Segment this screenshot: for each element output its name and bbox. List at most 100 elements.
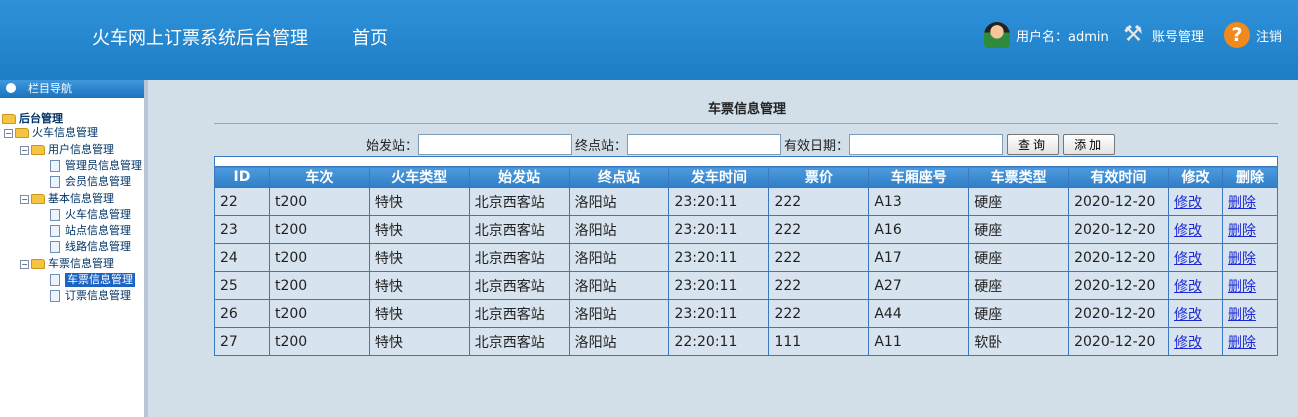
- delete-link-cell: 删除: [1221, 187, 1279, 216]
- col-header-delete: 删除: [1221, 166, 1279, 188]
- table-row: 24 t200 特快 北京西客站 洛阳站 23:20:11 222 A17 硬座 2020-12-…: [214, 243, 1279, 272]
- delete-link[interactable]: 删除: [1228, 279, 1256, 295]
- table-row: 22 t200 特快 北京西客站 洛阳站 23:20:11 222 A13 硬座 2020-12-…: [214, 187, 1279, 216]
- cell-ticket-type: 硬座: [968, 243, 1070, 272]
- collapse-toggle-icon[interactable]: −: [20, 145, 29, 155]
- cell-seat: A17: [868, 243, 970, 272]
- tree-item-station-info[interactable]: 站点信息管理: [50, 224, 131, 238]
- edit-link[interactable]: 修改: [1174, 251, 1202, 267]
- cell-valid-date: 2020-12-20: [1068, 243, 1170, 272]
- tree-node-train-info[interactable]: − 火车信息管理: [4, 126, 98, 140]
- delete-link[interactable]: 删除: [1228, 251, 1256, 267]
- edit-link[interactable]: 修改: [1174, 279, 1202, 295]
- edit-link[interactable]: 修改: [1174, 307, 1202, 323]
- delete-link[interactable]: 删除: [1228, 307, 1256, 323]
- collapse-toggle-icon[interactable]: −: [20, 259, 29, 269]
- collapse-toggle-icon[interactable]: −: [20, 194, 29, 204]
- col-header-edit: 修改: [1168, 166, 1223, 188]
- cell-seat: A16: [868, 215, 970, 244]
- collapse-toggle-icon[interactable]: −: [4, 128, 13, 138]
- delete-link-cell: 删除: [1221, 299, 1279, 328]
- cell-seat: A13: [868, 187, 970, 216]
- delete-link[interactable]: 删除: [1228, 223, 1256, 239]
- cell-train-type: 特快: [368, 271, 470, 300]
- tools-icon: ⚒: [1123, 22, 1143, 47]
- home-link[interactable]: 首页: [352, 24, 388, 50]
- cell-ticket-type: 硬座: [968, 299, 1070, 328]
- to-station-label: 终点站：: [575, 139, 628, 154]
- cell-ticket-type: 硬座: [968, 271, 1070, 300]
- cell-from: 北京西客站: [468, 271, 570, 300]
- cell-price: 222: [768, 187, 870, 216]
- cell-depart-time: 22:20:11: [668, 327, 770, 356]
- cell-train: t200: [268, 327, 370, 356]
- delete-link[interactable]: 删除: [1228, 335, 1256, 351]
- tree-root[interactable]: 后台管理: [2, 112, 63, 126]
- cell-train-type: 特快: [368, 243, 470, 272]
- edit-link[interactable]: 修改: [1174, 223, 1202, 239]
- cell-price: 111: [768, 327, 870, 356]
- cell-id: 23: [214, 215, 270, 244]
- cell-train-type: 特快: [368, 187, 470, 216]
- cell-valid-date: 2020-12-20: [1068, 299, 1170, 328]
- edit-link-cell: 修改: [1168, 243, 1223, 272]
- folder-icon: [31, 194, 45, 204]
- col-header-valid-date: 有效时间: [1068, 166, 1170, 188]
- add-button[interactable]: 添加: [1063, 134, 1116, 155]
- cell-depart-time: 23:20:11: [668, 187, 770, 216]
- cell-depart-time: 23:20:11: [668, 299, 770, 328]
- tree-node-ticket-group[interactable]: − 车票信息管理: [20, 257, 114, 271]
- delete-link[interactable]: 删除: [1228, 195, 1256, 211]
- tree-item-train-basic[interactable]: 火车信息管理: [50, 208, 131, 222]
- title-divider: [214, 123, 1278, 124]
- cell-train: t200: [268, 243, 370, 272]
- tree-item-route-info[interactable]: 线路信息管理: [50, 240, 131, 254]
- account-management-link[interactable]: ⚒ 账号管理: [1120, 22, 1204, 48]
- help-icon: ?: [1224, 22, 1250, 48]
- tree-node-basic-info[interactable]: − 基本信息管理: [20, 192, 114, 206]
- edit-link[interactable]: 修改: [1174, 195, 1202, 211]
- valid-date-input[interactable]: [849, 134, 1004, 155]
- cell-from: 北京西客站: [468, 215, 570, 244]
- tree-item-ticket-info[interactable]: 车票信息管理: [50, 273, 135, 287]
- ticket-table: ID 车次 火车类型 始发站 终点站 发车时间 票价 车厢座号 车票类型 有效时…: [214, 166, 1279, 356]
- sidebar-header: 栏目导航: [0, 80, 144, 98]
- logout-link[interactable]: ? 注销: [1224, 22, 1282, 48]
- search-bar: 始发站： 终点站： 有效日期： 查询 添加: [366, 134, 1116, 155]
- cell-to: 洛阳站: [568, 215, 670, 244]
- table-row: 25 t200 特快 北京西客站 洛阳站 23:20:11 222 A27 硬座 2020-12-…: [214, 271, 1279, 300]
- cell-id: 25: [214, 271, 270, 300]
- to-station-input[interactable]: [627, 134, 782, 155]
- folder-icon: [2, 114, 16, 124]
- cell-from: 北京西客站: [468, 243, 570, 272]
- delete-link-cell: 删除: [1221, 243, 1279, 272]
- query-button[interactable]: 查询: [1007, 134, 1060, 155]
- page-icon: [50, 274, 60, 286]
- cell-id: 22: [214, 187, 270, 216]
- from-station-input[interactable]: [418, 134, 573, 155]
- edit-link-cell: 修改: [1168, 327, 1223, 356]
- table-body: 22 t200 特快 北京西客站 洛阳站 23:20:11 222 A13 硬座 2020-12-…: [214, 187, 1279, 356]
- cell-train: t200: [268, 187, 370, 216]
- current-user: 用户名：admin: [984, 22, 1109, 48]
- cell-from: 北京西客站: [468, 187, 570, 216]
- tree-item-order-info[interactable]: 订票信息管理: [50, 289, 131, 303]
- folder-icon: [15, 128, 29, 138]
- edit-link-cell: 修改: [1168, 299, 1223, 328]
- cell-seat: A44: [868, 299, 970, 328]
- cell-to: 洛阳站: [568, 243, 670, 272]
- edit-link[interactable]: 修改: [1174, 335, 1202, 351]
- cell-depart-time: 23:20:11: [668, 271, 770, 300]
- cell-train-type: 特快: [368, 215, 470, 244]
- cell-from: 北京西客站: [468, 327, 570, 356]
- edit-link-cell: 修改: [1168, 271, 1223, 300]
- cell-ticket-type: 硬座: [968, 215, 1070, 244]
- table-row: 23 t200 特快 北京西客站 洛阳站 23:20:11 222 A16 硬座 2020-12-…: [214, 215, 1279, 244]
- delete-link-cell: 删除: [1221, 215, 1279, 244]
- cell-valid-date: 2020-12-20: [1068, 187, 1170, 216]
- tree-node-user-info[interactable]: − 用户信息管理: [20, 143, 114, 157]
- tree-item-admin-info[interactable]: 管理员信息管理: [50, 159, 142, 173]
- collapse-dot-icon[interactable]: [6, 83, 16, 93]
- page-icon: [50, 176, 60, 188]
- tree-item-member-info[interactable]: 会员信息管理: [50, 175, 131, 189]
